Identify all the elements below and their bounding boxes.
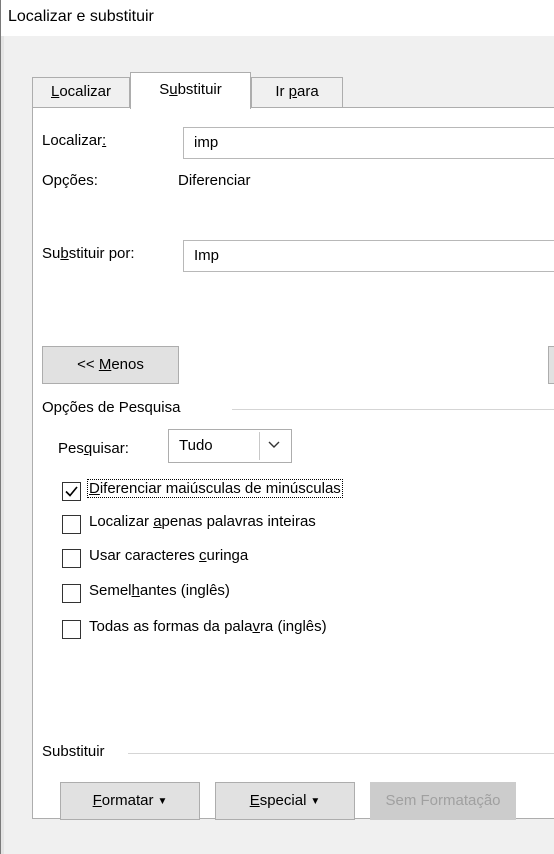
checkbox-label-accesskey: a [153, 513, 162, 530]
sounds-like-label[interactable]: Semelhantes (inglês) [89, 582, 230, 599]
special-button[interactable]: Especial ▼ [215, 782, 355, 820]
wildcards-checkbox[interactable] [62, 549, 81, 568]
tab-label-part: ara [297, 83, 319, 100]
no-formatting-button[interactable]: Sem Formatação [370, 782, 516, 820]
find-label-accesskey: : [102, 132, 107, 149]
cut-off-button[interactable] [548, 346, 554, 384]
whole-words-checkbox[interactable] [62, 515, 81, 534]
replace-input[interactable]: Imp [183, 240, 554, 272]
checkbox-label-accesskey: D [89, 480, 100, 497]
checkbox-label-text: Usar caracteres [89, 547, 200, 564]
search-direction-select[interactable]: Tudo [168, 429, 292, 463]
options-value: Diferenciar [178, 172, 251, 189]
dropdown-triangle-icon: ▼ [310, 796, 321, 807]
format-button-accesskey: F [92, 792, 102, 809]
match-case-checkbox[interactable] [62, 482, 81, 501]
search-label-text: Pes [58, 440, 84, 457]
find-input[interactable]: imp [183, 127, 554, 159]
tab-localizar[interactable]: Localizar [32, 77, 130, 107]
dropdown-triangle-icon: ▼ [157, 796, 168, 807]
tab-panel-substituir [32, 107, 554, 819]
wildcards-label[interactable]: Usar caracteres curinga [89, 547, 248, 564]
tab-ir-para[interactable]: Ir para [251, 77, 343, 107]
tab-label-part: Ir [275, 83, 289, 100]
replace-label-text: stituir por: [68, 245, 135, 262]
sounds-like-checkbox[interactable] [62, 584, 81, 603]
replace-group-label: Substituir [42, 743, 105, 760]
group-divider [232, 409, 554, 410]
options-label: Opções: [42, 172, 98, 189]
search-direction-label: Pesquisar: [58, 440, 129, 457]
word-forms-label[interactable]: Todas as formas da palavra (inglês) [89, 618, 327, 635]
tab-substituir[interactable]: Substituir [130, 72, 251, 109]
format-button[interactable]: Formatar ▼ [60, 782, 200, 820]
less-button-text: << [77, 356, 99, 373]
search-label-accesskey: q [83, 440, 93, 457]
replace-label-text: Su [42, 245, 61, 262]
special-button-text: special [259, 792, 307, 809]
replace-input-value: Imp [194, 247, 220, 264]
checkbox-label-text: uringa [206, 547, 249, 564]
dialog-title: Localizar e substituir [8, 8, 154, 25]
search-options-group-label: Opções de Pesquisa [42, 399, 181, 416]
checkbox-label-text: Localizar [89, 513, 154, 530]
find-label-text: Localizar [42, 132, 103, 149]
find-input-value: imp [194, 134, 219, 151]
whole-words-label[interactable]: Localizar apenas palavras inteiras [89, 513, 316, 530]
checkbox-label-text: antes (inglês) [139, 582, 230, 599]
less-button-accesskey: M [98, 356, 112, 373]
dropdown-button[interactable] [259, 432, 289, 460]
checkmark-icon [65, 486, 78, 497]
replace-label-accesskey: b [60, 245, 69, 262]
tab-label-accesskey: u [169, 81, 178, 98]
window-border [0, 0, 1, 854]
checkbox-label-text: iferenciar maiúsculas de minúsculas [99, 480, 341, 497]
checkbox-label-accesskey: c [199, 547, 207, 564]
special-button-accesskey: E [249, 792, 260, 809]
checkbox-label-text: Todas as formas da pala [89, 618, 253, 635]
less-button-text: enos [111, 356, 144, 373]
tab-label-part: bstituir [177, 81, 222, 98]
word-forms-checkbox[interactable] [62, 620, 81, 639]
checkbox-label-accesskey: h [131, 582, 140, 599]
checkbox-label-text: Semel [89, 582, 132, 599]
tab-label-part: S [159, 81, 170, 98]
replace-label: Substituir por: [42, 245, 135, 262]
format-button-text: ormatar [101, 792, 154, 809]
checkbox-label-text: penas palavras inteiras [161, 513, 316, 530]
match-case-label[interactable]: Diferenciar maiúsculas de minúsculas [87, 479, 343, 498]
checkbox-label-accesskey: v [252, 618, 260, 635]
dialog-edge [1, 36, 4, 854]
less-button[interactable]: << Menos [42, 346, 179, 384]
search-direction-value: Tudo [179, 437, 213, 454]
chevron-down-icon [268, 441, 280, 448]
find-label: Localizar: [42, 132, 106, 149]
group-divider [128, 753, 554, 754]
tab-label-accesskey: p [288, 83, 297, 100]
search-label-text: uisar: [92, 440, 129, 457]
checkbox-label-text: ra (inglês) [259, 618, 327, 635]
tab-label-part: ocalizar [59, 83, 112, 100]
